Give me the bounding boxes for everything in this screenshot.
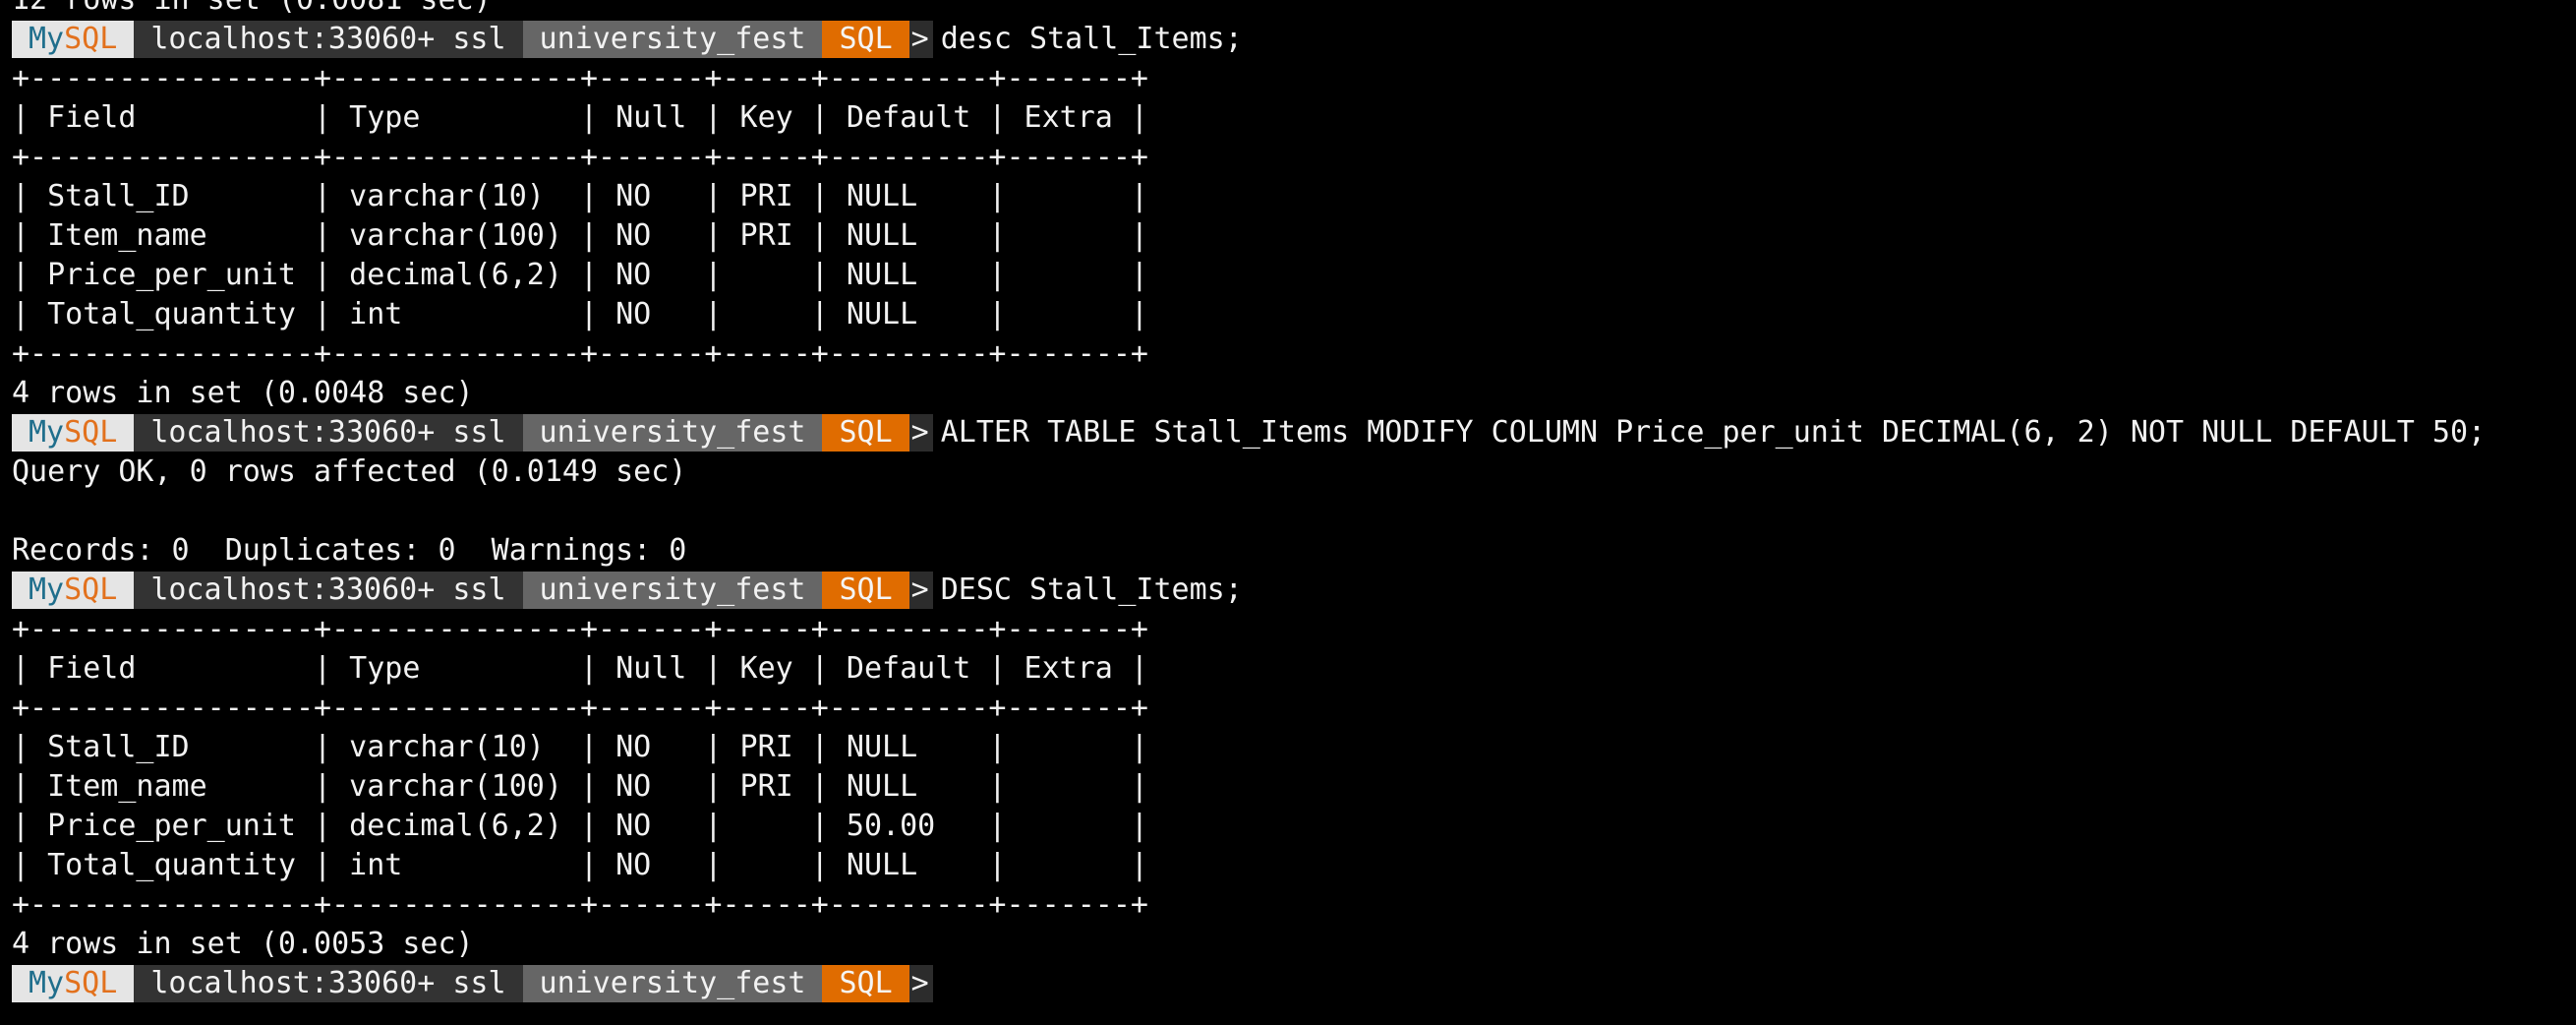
output-line: +----------------+--------------+------+… — [12, 612, 1148, 646]
mysql-badge-sql: SQL — [64, 966, 118, 1000]
output-line: | Item_name | varchar(100) | NO | PRI | … — [12, 769, 1148, 804]
output-line: +----------------+--------------+------+… — [12, 336, 1148, 371]
prompt-arrow: > — [908, 21, 933, 58]
mysql-badge-my: My — [29, 22, 65, 56]
output-line: Query OK, 0 rows affected (0.0149 sec) — [12, 454, 687, 489]
database-segment: university_fest — [522, 414, 823, 452]
mysql-badge-sql: SQL — [64, 22, 118, 56]
mysql-prompt-line: MySQL localhost:33060+ ssl university_fest… — [12, 964, 2568, 1003]
mysql-badge-my: My — [29, 415, 65, 450]
output-line: | Field | Type | Null | Key | Default | … — [12, 100, 1148, 135]
output-line: +----------------+--------------+------+… — [12, 61, 1148, 95]
mysql-badge: MySQL — [12, 965, 135, 1002]
output-line: | Price_per_unit | decimal(6,2) | NO | |… — [12, 258, 1148, 292]
mode-segment: SQL — [822, 21, 909, 58]
mysql-badge: MySQL — [12, 21, 135, 58]
prompt-arrow: > — [908, 965, 933, 1002]
command-text[interactable]: ALTER TABLE Stall_Items MODIFY COLUMN Pr… — [933, 413, 2486, 452]
mysql-badge: MySQL — [12, 414, 135, 452]
output-line: +----------------+--------------+------+… — [12, 691, 1148, 725]
mode-segment: SQL — [822, 965, 909, 1002]
command-text[interactable]: desc Stall_Items; — [933, 20, 1243, 59]
output-line: Records: 0 Duplicates: 0 Warnings: 0 — [12, 533, 687, 568]
mysql-prompt-line: MySQL localhost:33060+ ssl university_fest… — [12, 413, 2568, 452]
mysql-badge-my: My — [29, 966, 65, 1000]
output-line: | Field | Type | Null | Key | Default | … — [12, 651, 1148, 686]
mysql-prompt-line: MySQL localhost:33060+ ssl university_fest… — [12, 571, 2568, 610]
mysql-badge-my: My — [29, 573, 65, 607]
prompt-arrow: > — [908, 414, 933, 452]
prompt-arrow: > — [908, 572, 933, 609]
database-segment: university_fest — [522, 21, 823, 58]
host-segment: localhost:33060+ ssl — [134, 21, 523, 58]
output-line: | Total_quantity | int | NO | | NULL | | — [12, 848, 1148, 882]
output-line: | Item_name | varchar(100) | NO | PRI | … — [12, 218, 1148, 253]
output-line: 12 rows in set (0.0081 sec) — [12, 0, 2568, 20]
mysql-badge-sql: SQL — [64, 415, 118, 450]
mysql-prompt-line: MySQL localhost:33060+ ssl university_fest… — [12, 20, 2568, 59]
output-line: +----------------+--------------+------+… — [12, 887, 1148, 922]
database-segment: university_fest — [522, 965, 823, 1002]
output-line: +----------------+--------------+------+… — [12, 140, 1148, 174]
output-line: 4 rows in set (0.0053 sec) — [12, 927, 474, 961]
output-line: | Stall_ID | varchar(10) | NO | PRI | NU… — [12, 179, 1148, 213]
host-segment: localhost:33060+ ssl — [134, 965, 523, 1002]
output-line: | Stall_ID | varchar(10) | NO | PRI | NU… — [12, 730, 1148, 764]
mode-segment: SQL — [822, 414, 909, 452]
host-segment: localhost:33060+ ssl — [134, 414, 523, 452]
database-segment: university_fest — [522, 572, 823, 609]
host-segment: localhost:33060+ ssl — [134, 572, 523, 609]
output-line: | Price_per_unit | decimal(6,2) | NO | |… — [12, 809, 1148, 843]
terminal-output[interactable]: 12 rows in set (0.0081 sec) MySQLlocalho… — [12, 0, 2568, 1003]
mode-segment: SQL — [822, 572, 909, 609]
mysql-badge: MySQL — [12, 572, 135, 609]
output-line: | Total_quantity | int | NO | | NULL | | — [12, 297, 1148, 332]
mysql-badge-sql: SQL — [64, 573, 118, 607]
output-line: 4 rows in set (0.0048 sec) — [12, 376, 474, 410]
command-text[interactable]: DESC Stall_Items; — [933, 571, 1243, 610]
